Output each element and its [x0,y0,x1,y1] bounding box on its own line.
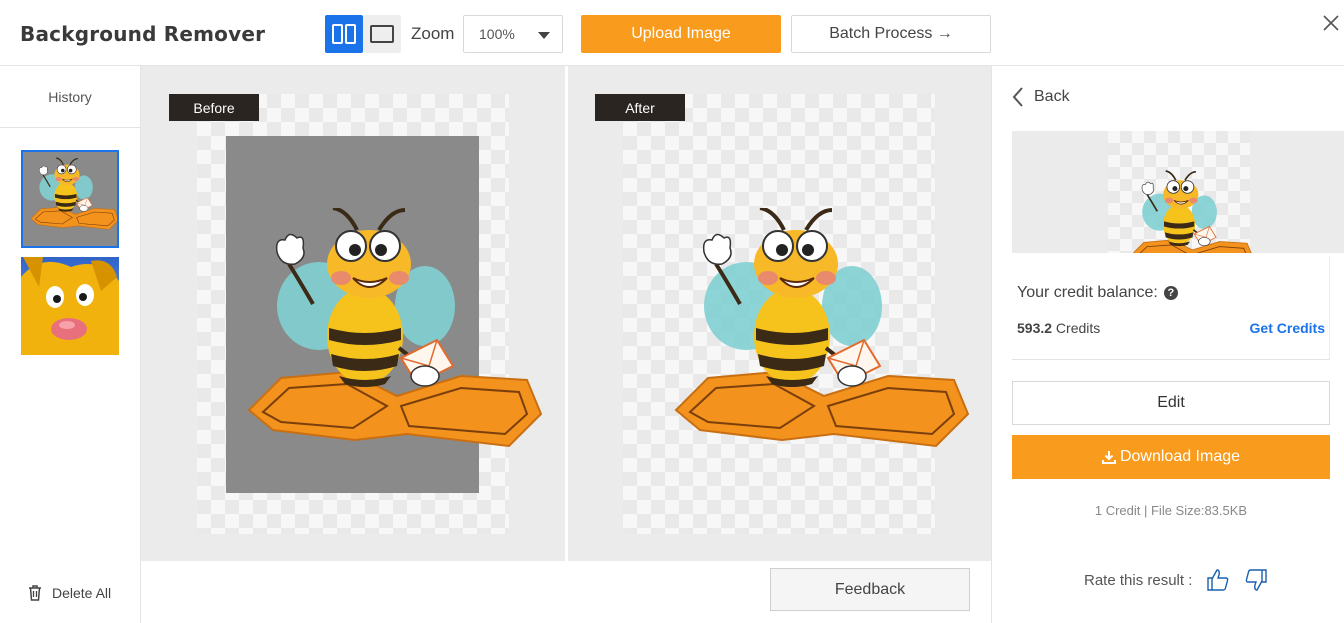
feedback-button[interactable]: Feedback [770,568,970,611]
history-sidebar: History Delete All [0,66,141,623]
after-tag: After [595,94,685,121]
original-image [247,208,543,448]
result-panel: Back Your credit balance: ? 593.2 Credit… [991,66,1344,623]
zoom-value: 100% [479,26,515,42]
edit-button[interactable]: Edit [1012,381,1330,425]
back-label: Back [1034,88,1070,105]
download-icon [1101,451,1116,464]
delete-all-label: Delete All [52,585,112,601]
close-icon [1323,15,1339,31]
credit-amount-value: 593.2 [1017,320,1053,336]
comparison-area: Before After Feedback [141,66,991,623]
result-preview [1012,131,1344,253]
close-button[interactable] [1322,14,1342,34]
app-title: Background Remover [20,22,266,46]
help-icon[interactable]: ? [1163,286,1178,300]
credit-amount: 593.2 Credits [1017,320,1100,336]
upload-image-button[interactable]: Upload Image [581,15,781,53]
history-thumbnail[interactable] [21,257,119,355]
dog-thumbnail-image [21,257,119,355]
credit-balance-text: Your credit balance: [1017,284,1158,301]
credit-unit: Credits [1052,320,1101,336]
result-image [674,208,970,448]
zoom-label: Zoom [411,24,455,43]
preview-image [1129,170,1254,253]
thumbs-up-icon[interactable] [1206,568,1230,592]
header-toolbar: Background Remover Zoom 100% Upload Imag… [0,0,1344,66]
get-credits-link[interactable]: Get Credits [1250,320,1325,336]
single-view-button[interactable] [363,15,401,53]
file-info: 1 Credit | File Size:83.5KB [1094,503,1248,518]
bee-thumbnail-image [23,152,117,246]
download-label: Download Image [1119,448,1241,465]
before-panel: Before [141,66,565,561]
delete-all-button[interactable]: Delete All [28,585,111,601]
history-thumbnail[interactable] [21,150,119,248]
split-view-button[interactable] [325,15,363,53]
credit-section: Your credit balance: ? 593.2 Credits Get… [1012,256,1330,360]
before-tag: Before [169,94,259,121]
history-title: History [0,66,140,128]
zoom-select[interactable]: 100% [463,15,563,53]
thumbs-down-icon[interactable] [1244,568,1268,592]
app: Background Remover Zoom 100% Upload Imag… [0,0,1344,623]
split-view-icon [332,24,356,44]
back-button[interactable]: Back [1012,86,1070,108]
rate-label: Rate this result : [1084,571,1193,589]
single-view-icon [370,25,394,43]
credit-balance-label: Your credit balance: ? [1017,284,1178,302]
rate-result: Rate this result : [1084,568,1268,592]
batch-process-button[interactable]: Batch Process → [791,15,991,53]
download-image-button[interactable]: Download Image [1012,435,1330,479]
after-panel: After [568,66,991,561]
chevron-left-icon [1012,87,1023,107]
trash-icon [29,585,41,601]
chevron-down-icon [538,32,550,39]
